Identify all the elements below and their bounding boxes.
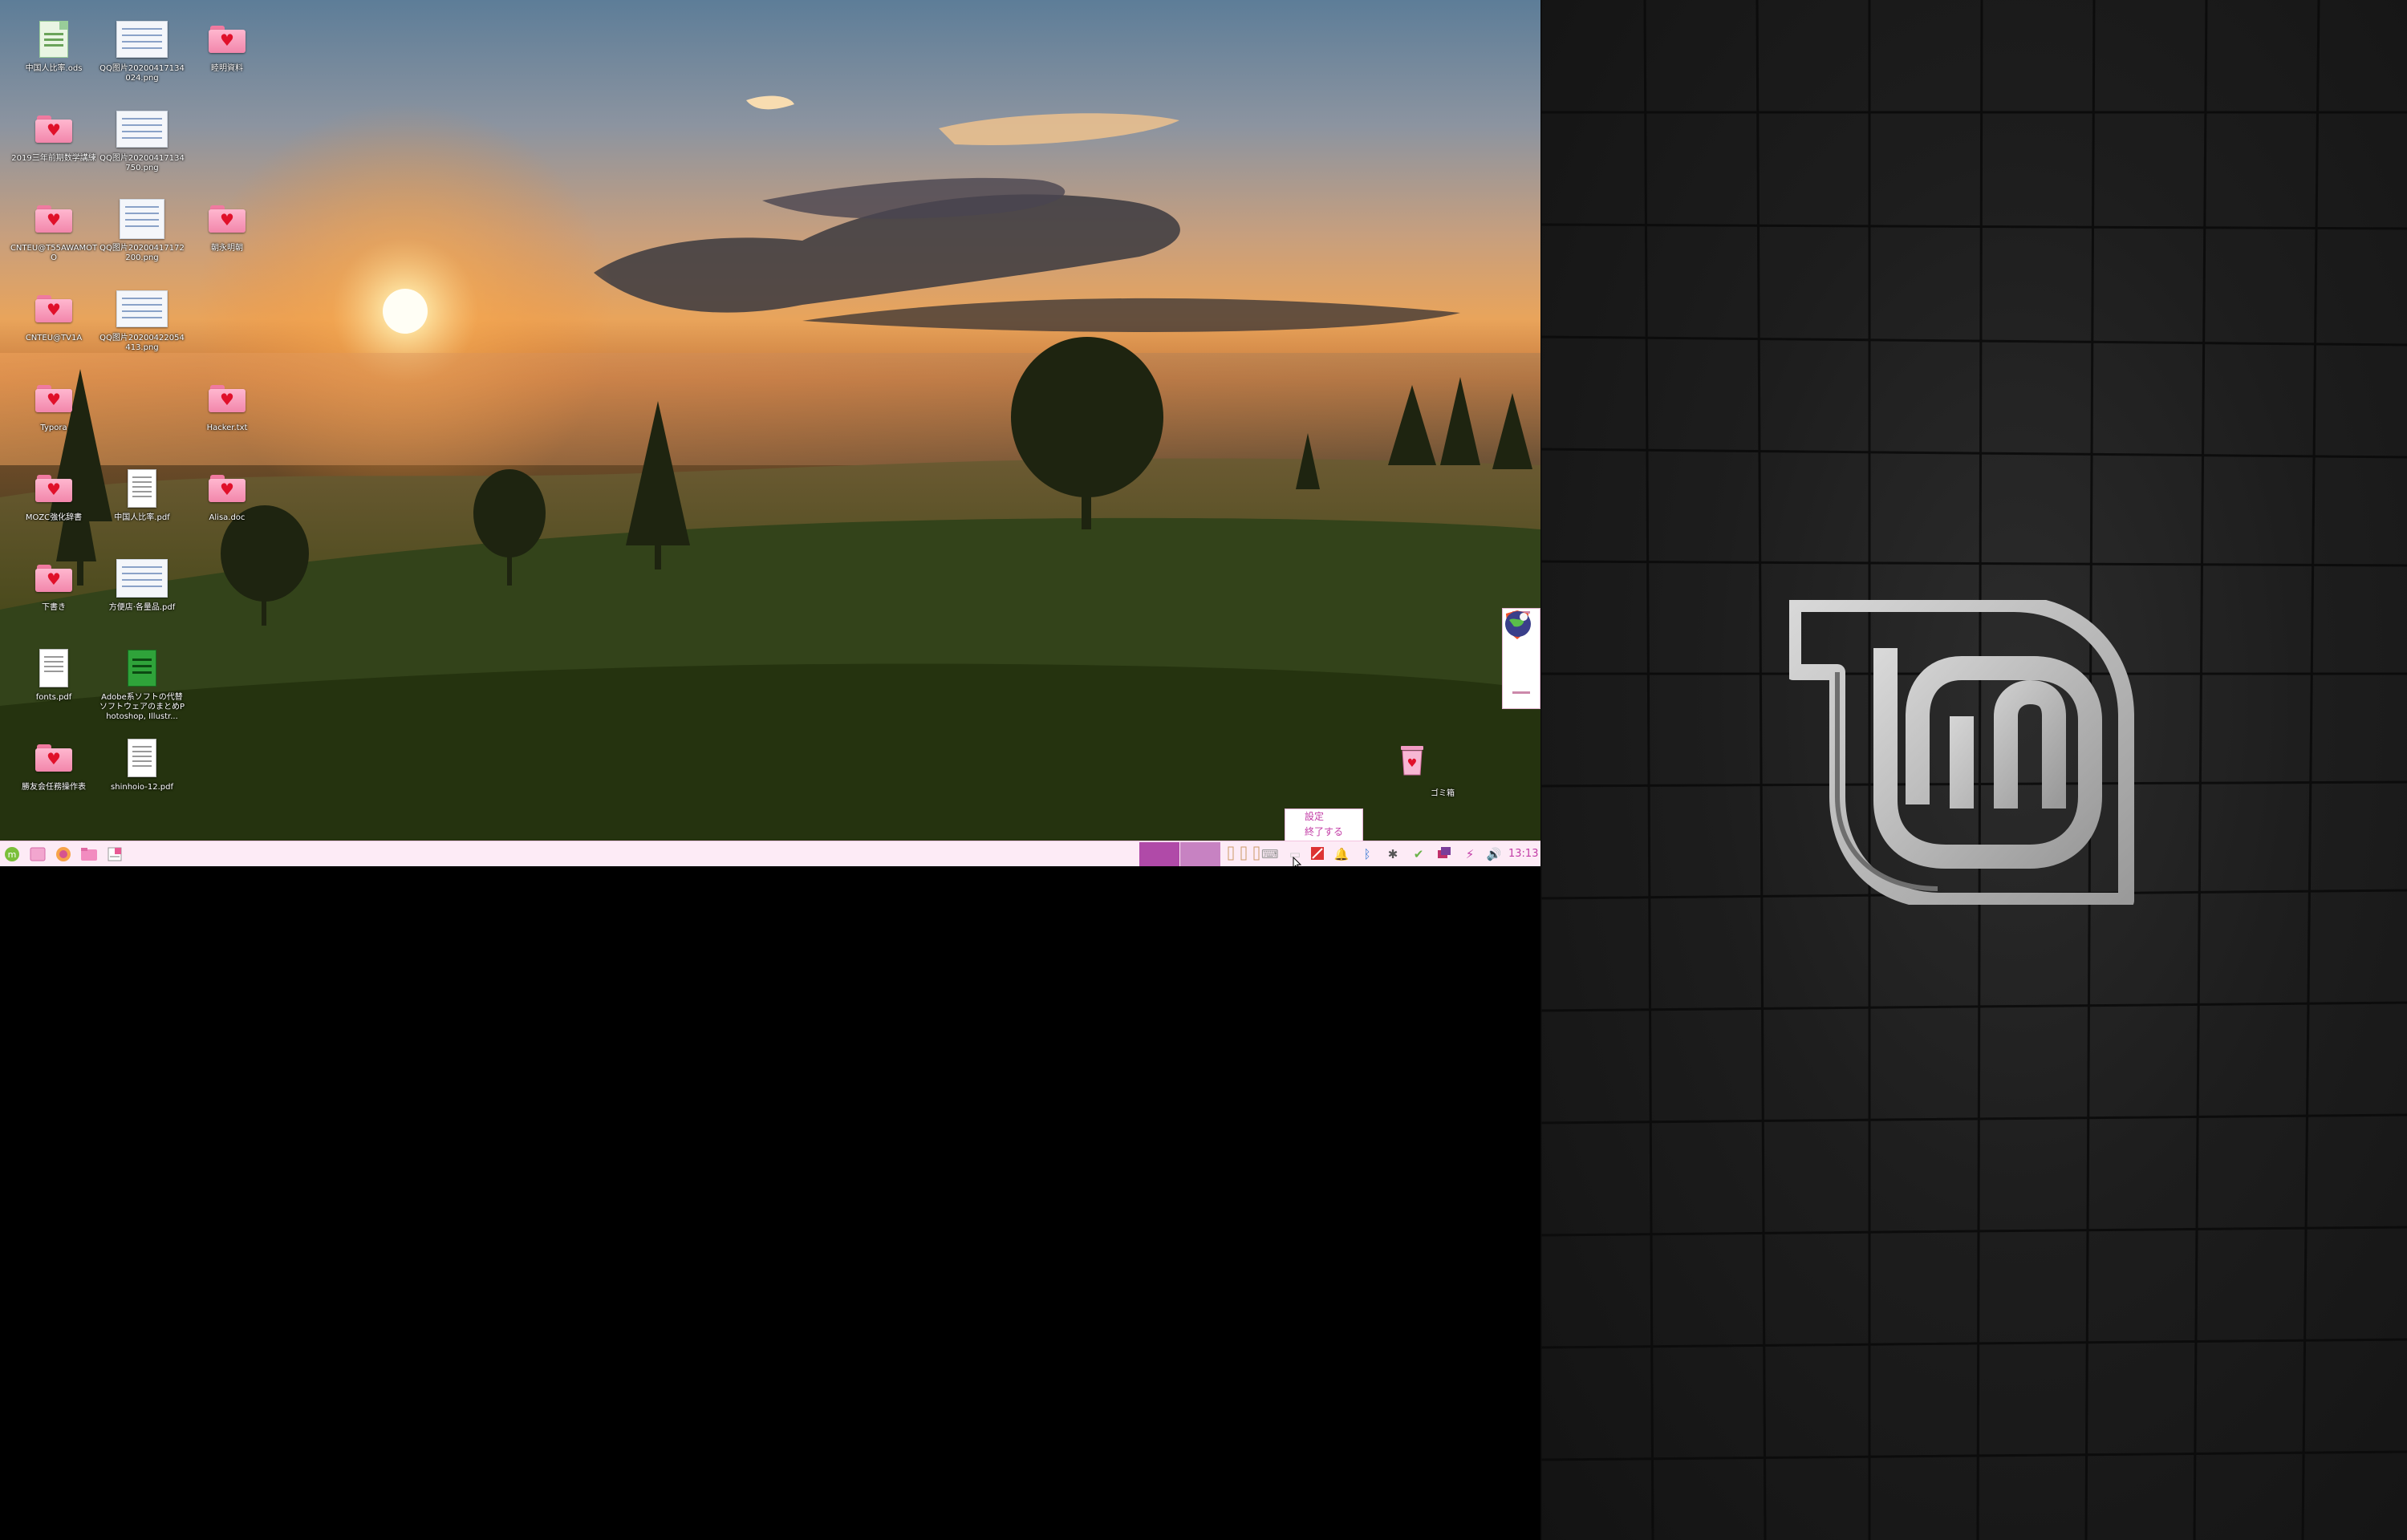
desktop-icon-folder[interactable]: ♥ CNTEU@TV1A — [10, 287, 98, 343]
left-monitor: 中国人比率.ods QQ图片20200417134024.png ♥ 睦明資料 … — [0, 0, 1540, 866]
desktop-icon-folder[interactable]: ♥ 2019三年前期数学講練 — [10, 107, 98, 164]
desktop-icon-label: shinhoio-12.pdf — [111, 783, 173, 792]
desktop-icon-label: QQ图片20200422054413.png — [99, 334, 185, 352]
image-thumbnail-icon — [116, 290, 168, 327]
desktop-icon-label: 睦明資料 — [211, 64, 243, 73]
bluetooth-icon[interactable]: ᛒ — [1359, 846, 1375, 862]
folder-heart-icon: ♥ — [35, 744, 72, 772]
desktop-icon-label: QQ图片20200417172200.png — [99, 244, 185, 262]
image-thumbnail-icon — [116, 21, 168, 58]
notification-bell-icon[interactable]: 🔔 — [1333, 846, 1350, 862]
folder-heart-icon: ♥ — [35, 475, 72, 502]
folder-heart-icon: ♥ — [35, 205, 72, 233]
folder-heart-icon: ♥ — [209, 205, 246, 233]
desktop-icon-label: CNTEU@TV1A — [25, 334, 83, 342]
bluetooth-status-icon[interactable]: ✱ — [1385, 846, 1401, 862]
desktop-icon-folder[interactable]: ♥ MOZC強化辞書 — [10, 467, 98, 523]
image-thumbnail-icon — [116, 111, 168, 148]
folder-heart-icon: ♥ — [209, 26, 246, 53]
desktop-icon-image[interactable]: QQ图片20200417172200.png — [98, 197, 186, 263]
folder-heart-icon: ♥ — [209, 475, 246, 502]
desktop-icon-label: Alisa.doc — [209, 513, 246, 522]
folder-heart-icon: ♥ — [35, 116, 72, 143]
desktop-icon-label: QQ图片20200417134750.png — [99, 154, 185, 172]
desktop-icon-label: QQ图片20200417134024.png — [99, 64, 185, 83]
desktop-icon-pdf[interactable]: fonts.pdf — [10, 646, 98, 703]
image-thumbnail-icon — [120, 199, 164, 239]
menu-item-quit[interactable]: 終了する — [1285, 825, 1362, 840]
file-manager-icon[interactable] — [80, 845, 98, 863]
desktop-icon-folder[interactable]: ♥ 朝永明朝 — [183, 197, 271, 253]
desktop-icon-image[interactable]: QQ图片20200417134024.png — [98, 18, 186, 83]
desktop-icon-folder[interactable]: ♥ 勝友会任務操作表 — [10, 736, 98, 792]
desktop-icon-label: 2019三年前期数学講練 — [11, 154, 96, 163]
text-editor-icon[interactable] — [106, 845, 124, 863]
show-desktop-icon[interactable] — [29, 845, 47, 863]
desktop-icon-folder[interactable]: ♥ Hacker.txt — [183, 377, 271, 433]
folder-heart-icon: ♥ — [35, 295, 72, 322]
slashed-app-icon[interactable] — [1309, 846, 1325, 862]
power-manager-icon[interactable]: ⚡ — [1462, 846, 1478, 862]
desktop-icon-image[interactable]: QQ图片20200417134750.png — [98, 107, 186, 173]
desktop-icon-label: Adobe系ソフトの代替ソフトウェアのまとめPhotoshop, Illustr… — [99, 693, 185, 721]
desktop-icon-label: 中国人比率.ods — [25, 64, 83, 73]
desktop-icon-label: 勝友会任務操作表 — [22, 783, 86, 792]
desktop-icon-folder[interactable]: ♥ 睦明資料 — [183, 18, 271, 74]
pdf-document-icon — [128, 469, 156, 508]
globe-app-icon[interactable] — [1505, 611, 1537, 689]
desktop-icon-pdf[interactable]: shinhoio-12.pdf — [98, 736, 186, 792]
tray-popup-menu: 設定 終了する — [1285, 808, 1363, 842]
desktop-icon-folder[interactable]: ♥ 下書き — [10, 557, 98, 613]
desktop-icon-label: MOZC強化辞書 — [25, 513, 83, 522]
desktop-icon-trash[interactable]: ♥ ゴミ箱 — [1398, 743, 1487, 799]
app-dock — [1502, 608, 1540, 709]
linux-mint-logo — [1789, 600, 2134, 905]
folder-heart-icon: ♥ — [35, 385, 72, 412]
desktop-icon-label: 方便店·各量品.pdf — [108, 603, 176, 612]
volume-icon[interactable]: 🔊 — [1486, 846, 1502, 862]
dock-handle[interactable] — [1512, 691, 1530, 694]
desktop-wallpaper: 中国人比率.ods QQ图片20200417134024.png ♥ 睦明資料 … — [0, 0, 1540, 841]
desktop-icon-label: ゴミ箱 — [1431, 789, 1455, 798]
desktop-icon-label: fonts.pdf — [35, 693, 72, 702]
desktop-icon-pdf[interactable]: 中国人比率.pdf — [98, 467, 186, 523]
desktop-icon-label: Typora — [40, 424, 67, 432]
desktop-icon-spreadsheet[interactable]: 中国人比率.ods — [10, 18, 98, 74]
clock[interactable]: 13:13 — [1508, 848, 1538, 860]
browser-launcher-icon[interactable] — [55, 845, 72, 863]
pdf-document-icon — [39, 649, 68, 687]
window-list-icon[interactable] — [1436, 846, 1452, 862]
pdf-pages-icon — [116, 559, 168, 598]
desktop-icon-label: Hacker.txt — [206, 424, 248, 432]
spreadsheet-file-icon — [39, 21, 68, 58]
taskbar: m ⌨ ▭ 🔔 ᛒ ✱ ✔ ⚡ 🔊 13:13 — [0, 841, 1540, 866]
right-monitor — [1540, 0, 2407, 1540]
trash-icon: ♥ — [1401, 743, 1468, 786]
desktop-icon-label: CNTEU@T55AWAMOTO — [10, 244, 98, 262]
desktop-icon-label: 下書き — [42, 603, 66, 612]
desktop-icon-spreadsheet[interactable]: Adobe系ソフトの代替ソフトウェアのまとめPhotoshop, Illustr… — [98, 646, 186, 722]
mouse-cursor-icon — [1293, 857, 1302, 866]
desktop-icon-image[interactable]: QQ图片20200422054413.png — [98, 287, 186, 353]
desktop-icon-folder[interactable]: ♥ Typora — [10, 377, 98, 433]
svg-text:♥: ♥ — [1407, 757, 1418, 770]
shield-check-icon[interactable]: ✔ — [1411, 846, 1427, 862]
workspace-2-button[interactable] — [1180, 842, 1220, 866]
pdf-document-icon — [128, 739, 156, 777]
desktop-icon-folder[interactable]: ♥ CNTEU@T55AWAMOTO — [10, 197, 98, 263]
svg-text:m: m — [8, 849, 17, 860]
desktop-icon-label: 朝永明朝 — [211, 244, 243, 253]
desktop-icon-label: 中国人比率.pdf — [114, 513, 170, 522]
mint-menu-icon[interactable]: m — [3, 845, 21, 863]
keyboard-icon[interactable]: ⌨ — [1261, 846, 1279, 862]
folder-heart-icon: ♥ — [35, 565, 72, 592]
desktop-icon-folder[interactable]: ♥ Alisa.doc — [183, 467, 271, 523]
menu-item-settings[interactable]: 設定 — [1285, 809, 1362, 825]
workspace-1-button[interactable] — [1139, 842, 1179, 866]
desktop-icon-pdf[interactable]: 方便店·各量品.pdf — [98, 557, 186, 613]
green-spreadsheet-icon — [128, 650, 156, 687]
folder-heart-icon: ♥ — [209, 385, 246, 412]
